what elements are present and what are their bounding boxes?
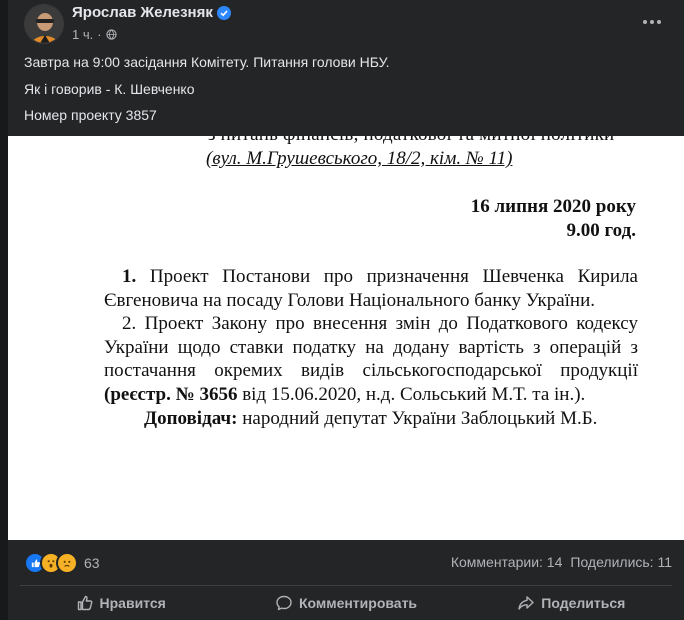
author-avatar[interactable] [24,4,64,44]
doc-time: 9.00 год. [566,220,636,241]
doc-address: (вул. М.Грушевського, 18/2, кім. № 11) [206,148,513,169]
agenda-item-1-text: Проект Постанови про призначення Шевченк… [104,266,638,311]
agenda-item-2-text-end: від 15.06.2020, н.д. Сольський М.Т. та і… [237,383,586,405]
agenda-item-1-number: 1. [122,266,137,287]
globe-icon [105,29,117,40]
page-edge [0,0,8,620]
like-button-label: Нравится [99,595,166,611]
speaker-label: Доповідач: [144,407,238,429]
comments-count-link[interactable]: Комментарии: 14 [451,554,563,570]
speaker-text: народний депутат України Заблоцький М.Б. [237,407,598,429]
thumbs-up-icon [77,595,92,611]
agenda-item-2: 2. Проект Закону про внесення змін до По… [104,312,638,406]
agenda-speaker: Доповідач: народний депутат України Забл… [104,407,638,431]
comment-button[interactable]: Комментировать [233,586,458,620]
doc-committee-line: з питань фінансів, податкової та митної … [208,136,614,146]
agenda-item-2-registry: (реєстр. № 3656 [104,383,238,405]
reactions-summary[interactable]: 63 [24,552,100,574]
post-actions: Нравится Комментировать Поделиться [8,586,684,620]
more-options-button[interactable] [642,12,662,32]
author-name[interactable]: Ярослав Железняк [72,4,231,21]
sad-icon [56,552,78,574]
comment-icon [276,595,292,611]
post-text-line: Завтра на 9:00 засідання Комітету. Питан… [24,54,390,70]
share-icon [518,596,534,610]
post-text-line: Номер проекту 3857 [24,107,157,123]
reaction-icons [24,552,78,574]
doc-agenda: 1. Проект Постанови про призначення Шевч… [104,265,638,430]
share-button-label: Поделиться [541,595,626,611]
reaction-count: 63 [84,555,100,571]
post-text-line: Як і говорив - К. Шевченко [24,81,195,97]
post-card: Ярослав Железняк 1 ч. · Завтра на 9:00 з… [8,0,684,620]
more-dot-icon [650,20,654,24]
shares-count-link[interactable]: Поделились: 11 [570,554,672,570]
comment-button-label: Комментировать [298,595,418,611]
agenda-item-2-text: 2. Проект Закону про внесення змін до По… [104,313,638,382]
post-stats: Комментарии: 14 Поделились: 11 [451,554,672,570]
doc-date: 16 липня 2020 року [470,196,636,217]
author-name-text[interactable]: Ярослав Железняк [72,4,213,21]
share-button[interactable]: Поделиться [459,586,684,620]
verified-badge-icon [216,5,231,20]
more-dot-icon [643,20,647,24]
like-button[interactable]: Нравится [8,586,233,620]
post-time[interactable]: 1 ч. [72,27,93,42]
post-meta: 1 ч. · [72,27,117,42]
more-dot-icon [657,20,661,24]
agenda-item-1: 1. Проект Постанови про призначення Шевч… [104,265,638,312]
separator-dot: · [97,27,102,42]
post-image-document[interactable]: з питань фінансів, податкової та митної … [8,136,684,540]
